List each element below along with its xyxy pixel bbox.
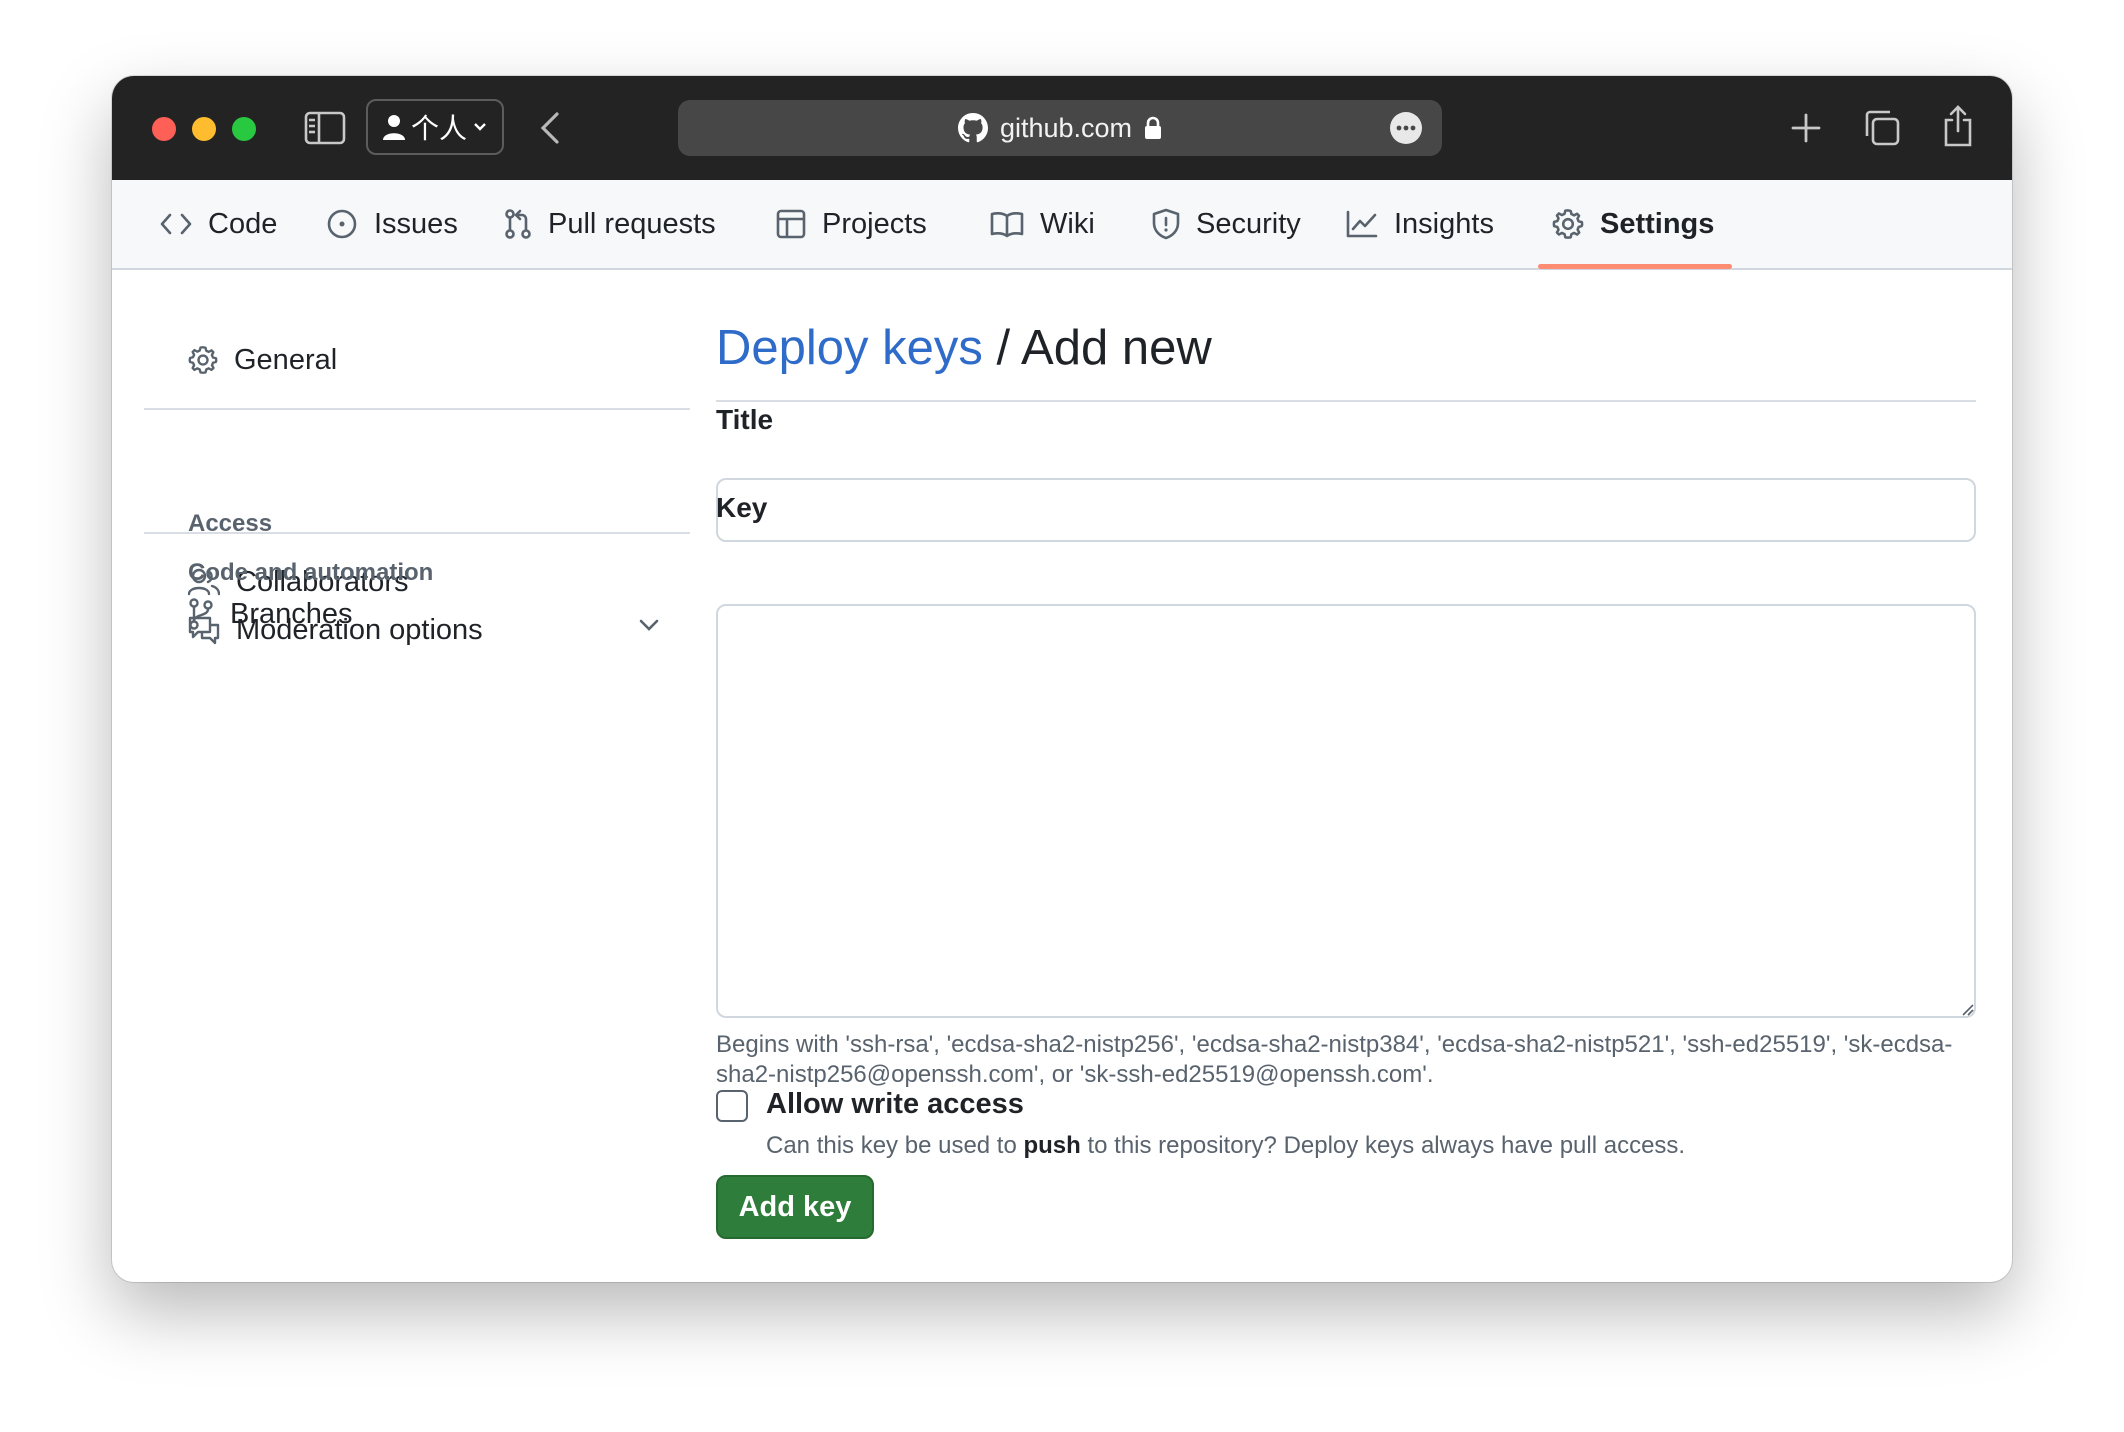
write-access-note: Can this key be used to push to this rep… — [766, 1132, 1686, 1159]
breadcrumb-separator: / — [982, 321, 1022, 375]
key-label: Key — [716, 492, 768, 523]
tab-insights[interactable]: Insights — [1346, 180, 1494, 268]
profile-label: 个人 — [410, 113, 467, 144]
table-icon — [776, 209, 806, 239]
main-content: Deploy keys / Add new Title Key Begins w… — [704, 270, 1976, 1282]
chevron-left-icon — [540, 112, 559, 144]
url-text: github.com — [999, 112, 1133, 143]
back-button[interactable] — [532, 108, 568, 148]
tab-security[interactable]: Security — [1152, 180, 1301, 268]
screen: 个人 github.com Code Issues Pull requests … — [0, 0, 2124, 1432]
gear-icon — [1552, 209, 1584, 239]
book-icon — [990, 212, 1024, 238]
tab-wiki[interactable]: Wiki — [990, 180, 1095, 268]
sidebar-divider — [144, 532, 690, 534]
title-input[interactable] — [716, 478, 1976, 542]
minimize-window-button[interactable] — [192, 117, 216, 141]
page-title: Deploy keys / Add new — [716, 320, 1212, 376]
repo-nav: Code Issues Pull requests Projects Wiki … — [112, 180, 2012, 270]
share-icon[interactable] — [1938, 102, 1978, 150]
pull-request-icon — [505, 209, 531, 239]
tab-code[interactable]: Code — [160, 180, 277, 268]
key-textarea[interactable] — [716, 604, 1976, 1018]
tab-settings[interactable]: Settings — [1552, 180, 1714, 268]
sidebar-item-branches[interactable]: Branches — [172, 582, 684, 646]
sidebar-item-general[interactable]: General — [172, 328, 684, 392]
sidebar-divider — [144, 408, 690, 410]
resize-grip-icon[interactable] — [1960, 1002, 1974, 1016]
git-branch-icon — [189, 598, 213, 630]
new-tab-icon[interactable] — [1786, 108, 1826, 148]
issue-opened-icon — [327, 209, 357, 239]
person-icon — [382, 115, 405, 140]
github-icon — [957, 113, 988, 143]
code-icon — [160, 213, 192, 235]
title-label: Title — [716, 404, 774, 435]
gear-icon — [188, 346, 218, 374]
breadcrumb-current: Add new — [1021, 321, 1212, 375]
zoom-window-button[interactable] — [232, 117, 256, 141]
profile-switcher[interactable]: 个人 — [366, 99, 504, 155]
lock-icon — [1145, 116, 1162, 139]
allow-write-access-label[interactable]: Allow write access — [766, 1088, 1024, 1121]
tab-pull-requests[interactable]: Pull requests — [504, 180, 716, 268]
graph-icon — [1346, 210, 1378, 238]
close-window-button[interactable] — [152, 117, 176, 141]
title-divider — [716, 400, 1976, 402]
settings-sidebar: General Access Collaborators Moderation … — [144, 270, 690, 1282]
deploy-keys-link[interactable]: Deploy keys — [716, 321, 983, 375]
tab-overview-icon[interactable] — [1860, 106, 1904, 150]
browser-window: 个人 github.com Code Issues Pull requests … — [112, 76, 2012, 1282]
more-options-icon[interactable] — [1390, 112, 1422, 144]
browser-titlebar: 个人 github.com — [112, 76, 2012, 180]
allow-write-access-checkbox[interactable] — [716, 1090, 748, 1122]
tab-projects[interactable]: Projects — [776, 180, 927, 268]
sidebar-toggle-icon[interactable] — [304, 110, 346, 146]
address-bar[interactable]: github.com — [678, 100, 1442, 156]
chevron-down-icon — [474, 123, 486, 131]
key-format-help: Begins with 'ssh-rsa', 'ecdsa-sha2-nistp… — [716, 1031, 1953, 1088]
shield-icon — [1152, 208, 1180, 240]
tab-issues[interactable]: Issues — [326, 180, 458, 268]
active-tab-indicator — [1538, 264, 1732, 269]
add-key-button[interactable]: Add key — [716, 1175, 874, 1239]
